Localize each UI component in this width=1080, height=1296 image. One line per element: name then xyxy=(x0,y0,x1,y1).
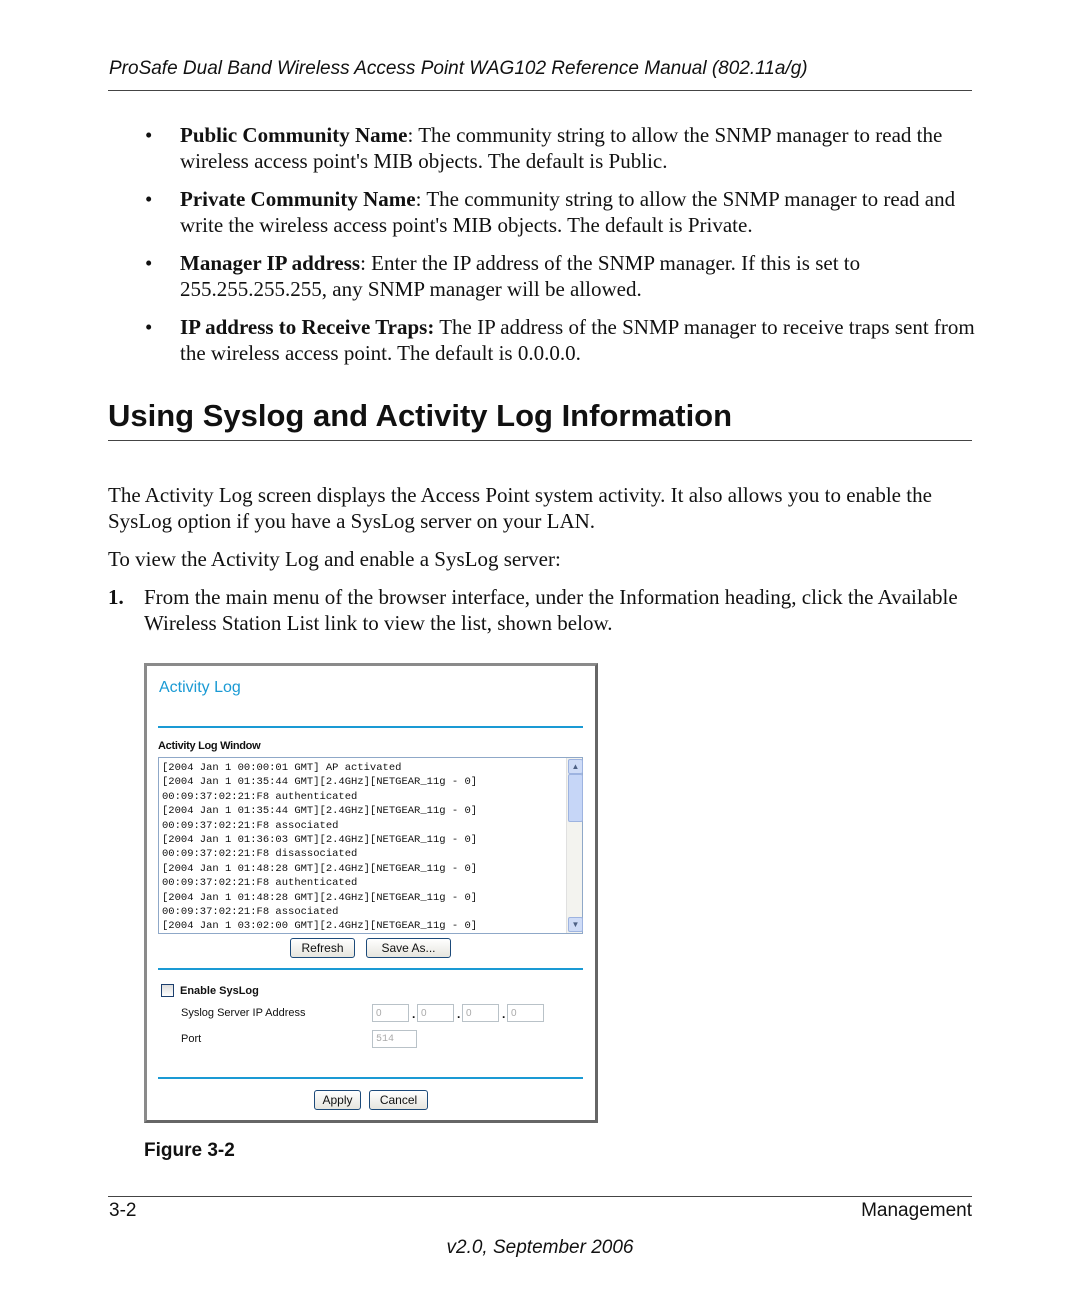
scroll-down-icon[interactable]: ▼ xyxy=(568,917,583,932)
scrollbar[interactable]: ▲ ▼ xyxy=(566,758,583,933)
step-item: 1. From the main menu of the browser inte… xyxy=(108,584,973,636)
ip-dot: . xyxy=(412,1007,416,1021)
bullet-item: • Private Community Name: The community s… xyxy=(145,187,956,237)
paragraph: To view the Activity Log and enable a Sy… xyxy=(108,547,561,571)
page-number: 3-2 xyxy=(109,1200,137,1221)
section-heading: Using Syslog and Activity Log Informatio… xyxy=(108,398,733,433)
save-as-button[interactable]: Save As... xyxy=(366,938,451,958)
ip-dot: . xyxy=(502,1007,506,1021)
bullet-item: • Manager IP address: Enter the IP addres… xyxy=(145,251,861,301)
ip-octet-4-input[interactable]: 0 xyxy=(507,1004,544,1022)
heading-rule xyxy=(108,440,972,441)
scroll-thumb[interactable] xyxy=(568,774,583,822)
activity-log-title: Activity Log xyxy=(159,679,241,696)
bullet-item: • Public Community Name: The community st… xyxy=(145,123,943,173)
footer-rule xyxy=(108,1196,972,1197)
ip-octet-3-input[interactable]: 0 xyxy=(462,1004,499,1022)
divider xyxy=(158,968,583,970)
activity-log-screenshot: Activity Log Activity Log Window [2004 J… xyxy=(144,663,598,1123)
paragraph: The Activity Log screen displays the Acc… xyxy=(108,483,932,533)
enable-syslog-label: Enable SysLog xyxy=(180,985,259,997)
activity-log-textarea[interactable]: [2004 Jan 1 00:00:01 GMT] AP activated [… xyxy=(158,757,583,934)
scroll-up-icon[interactable]: ▲ xyxy=(568,759,583,774)
divider xyxy=(158,726,583,728)
apply-button[interactable]: Apply xyxy=(314,1090,361,1110)
step-number: 1. xyxy=(108,585,124,609)
bullet-term: Manager IP address xyxy=(180,251,361,275)
footer-section: Management xyxy=(861,1200,972,1221)
header-rule xyxy=(108,90,972,91)
step-text: From the main menu of the browser interf… xyxy=(144,585,958,635)
bullet-item: • IP address to Receive Traps: The IP add… xyxy=(145,315,975,365)
divider xyxy=(158,1077,583,1079)
running-header: ProSafe Dual Band Wireless Access Point … xyxy=(109,58,808,79)
cancel-button[interactable]: Cancel xyxy=(369,1090,428,1110)
port-input[interactable]: 514 xyxy=(372,1030,417,1048)
bullet-term: Public Community Name xyxy=(180,123,408,147)
ip-dot: . xyxy=(457,1007,461,1021)
syslog-server-ip-label: Syslog Server IP Address xyxy=(181,1007,306,1019)
enable-syslog-checkbox[interactable] xyxy=(161,984,174,997)
bullet-term: Private Community Name xyxy=(180,187,416,211)
manual-page: ProSafe Dual Band Wireless Access Point … xyxy=(0,0,1080,1296)
figure-caption: Figure 3-2 xyxy=(144,1140,235,1161)
bullet-term: IP address to Receive Traps: xyxy=(180,315,435,339)
log-window-label: Activity Log Window xyxy=(158,740,261,752)
log-content: [2004 Jan 1 00:00:01 GMT] AP activated [… xyxy=(162,762,478,933)
port-label: Port xyxy=(181,1033,202,1045)
ip-octet-1-input[interactable]: 0 xyxy=(372,1004,409,1022)
refresh-button[interactable]: Refresh xyxy=(290,938,355,958)
ip-octet-2-input[interactable]: 0 xyxy=(417,1004,454,1022)
version-line: v2.0, September 2006 xyxy=(446,1237,634,1258)
